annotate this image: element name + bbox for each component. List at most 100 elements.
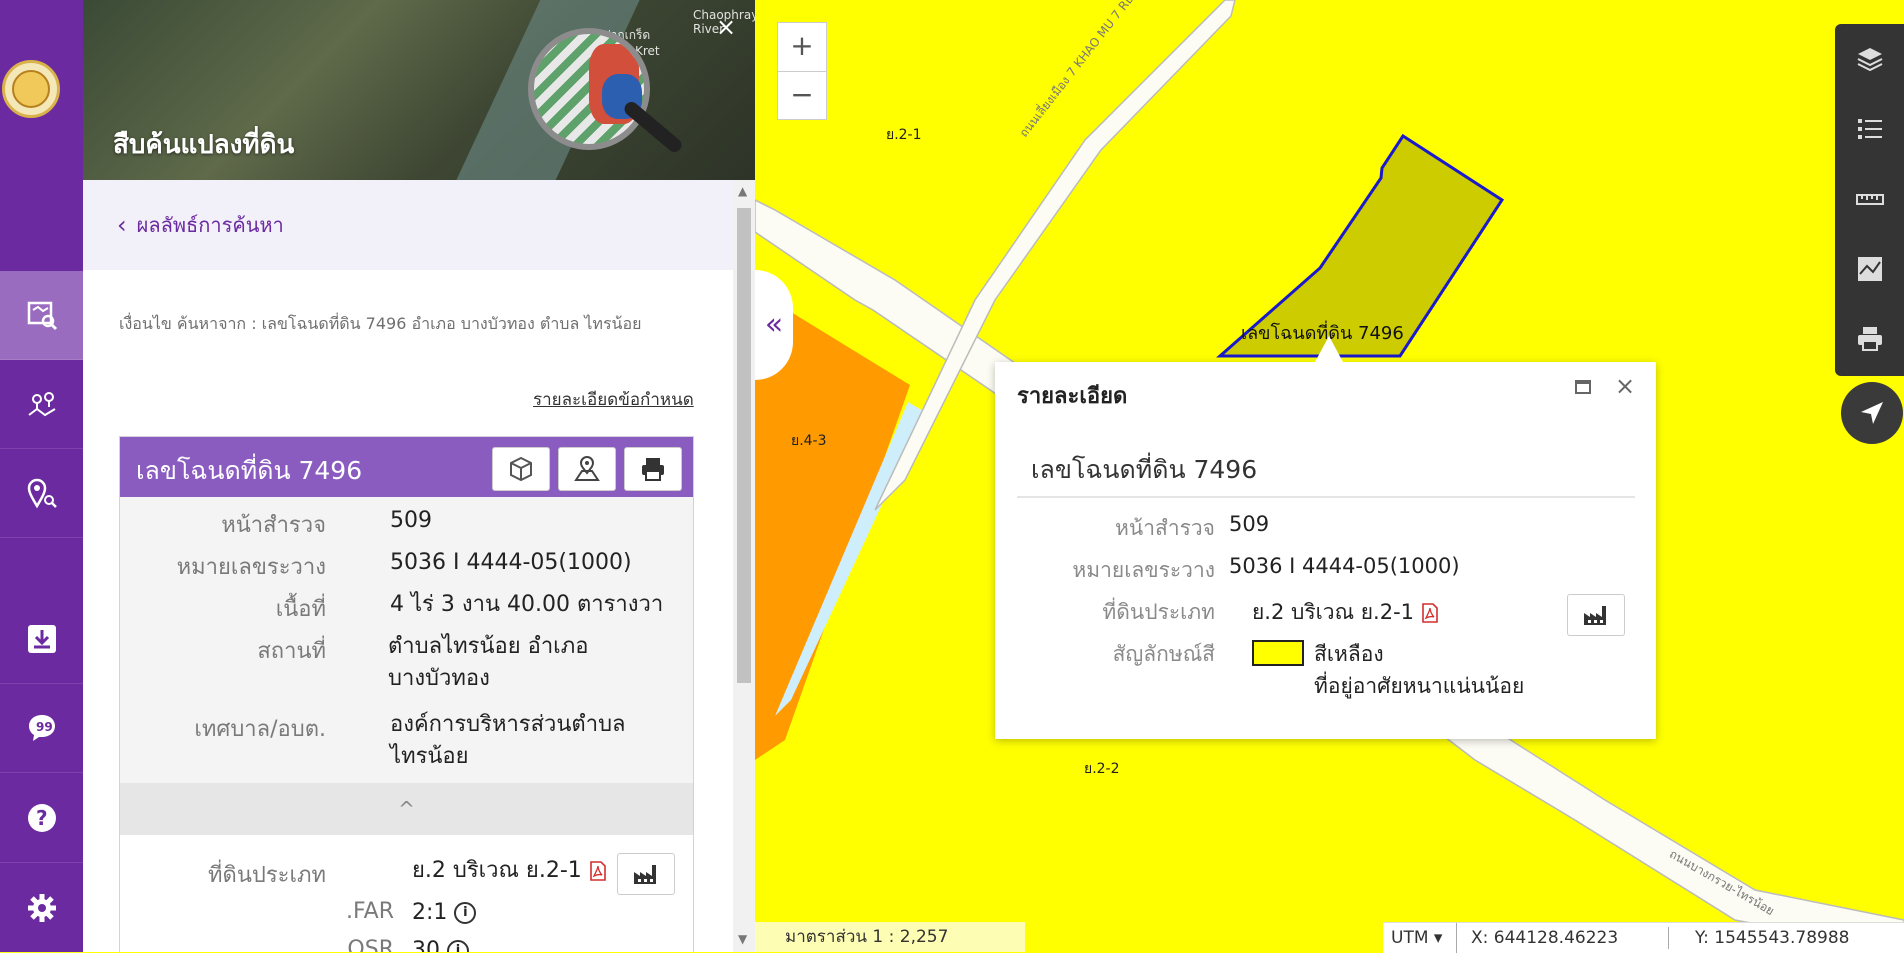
- projection-select[interactable]: UTM ▾: [1383, 923, 1457, 953]
- land-use-button[interactable]: [617, 853, 675, 895]
- parcel-card-title: เลขโฉนดที่ดิน 7496: [136, 456, 363, 485]
- zone-label: ย.2-1: [886, 127, 922, 143]
- details-popup: รายละเอียด × เลขโฉนดที่ดิน 7496 หน้าสำรว…: [995, 336, 1656, 739]
- factory-icon: [1584, 606, 1606, 625]
- print-button[interactable]: [624, 447, 682, 491]
- popup-color-value-line1: สีเหลือง: [1314, 642, 1384, 666]
- locate-me-button[interactable]: [1841, 382, 1903, 444]
- scroll-up-icon[interactable]: ▲: [738, 184, 747, 198]
- y-coordinate: Y: 1545543.78988: [1695, 928, 1850, 948]
- far-value: 2:1 i: [412, 897, 477, 929]
- legend-button[interactable]: [1835, 94, 1904, 164]
- settings-nav-button[interactable]: [0, 864, 83, 953]
- panel-title: สืบค้นแปลงที่ดิน: [113, 130, 295, 160]
- back-label: ผลลัพธ์การค้นหา: [136, 213, 284, 237]
- popup-land-use-button[interactable]: [1567, 594, 1625, 636]
- maximize-icon[interactable]: [1575, 380, 1591, 394]
- rules-details-link[interactable]: รายละเอียดข้อกำหนด: [533, 386, 694, 413]
- collapse-details-button[interactable]: ^: [120, 783, 693, 835]
- popup-divider: [1017, 496, 1635, 498]
- chat-icon: 99: [28, 715, 55, 741]
- download-nav-button[interactable]: [0, 595, 83, 684]
- zoom-out-button[interactable]: −: [778, 72, 826, 120]
- location-search-nav-button[interactable]: [0, 449, 83, 538]
- help-icon: ?: [27, 804, 56, 832]
- popup-close-button[interactable]: ×: [1615, 372, 1635, 400]
- survey-page-label: หน้าสำรวจ: [221, 513, 326, 538]
- navigation-arrow-icon: [1861, 402, 1883, 424]
- popup-survey-page-value: 509: [1229, 512, 1270, 536]
- popup-survey-page-label: หน้าสำรวจ: [1115, 516, 1215, 540]
- info-icon[interactable]: i: [447, 940, 469, 952]
- osr-value: 30 i: [412, 935, 469, 952]
- popup-sheet-label: หมายเลขระวาง: [1072, 558, 1215, 582]
- ruler-icon: [1855, 194, 1884, 205]
- agency-logo: [2, 60, 60, 118]
- download-icon: [27, 625, 56, 653]
- search-panel: Chaophraya River ปากเกร็ด Kret สืบค้นแปล…: [83, 0, 755, 952]
- svg-text:?: ?: [36, 806, 48, 830]
- popup-heading: เลขโฉนดที่ดิน 7496: [1031, 455, 1258, 484]
- sheet-number-label: หมายเลขระวาง: [176, 555, 326, 580]
- printer-icon: [1857, 327, 1882, 351]
- zoom-in-button[interactable]: +: [778, 23, 826, 72]
- map-pins-icon: [27, 392, 56, 417]
- help-nav-button[interactable]: ?: [0, 774, 83, 863]
- municipality-value-line1: องค์การบริหารส่วนตำบล: [390, 712, 626, 737]
- parcel-card: เลขโฉนดที่ดิน 7496 หน้าสำรวจ 509 หมายเลข…: [119, 436, 694, 952]
- location-value-line1: ตำบลไทรน้อย อำเภอ: [388, 634, 589, 659]
- zoom-to-parcel-button[interactable]: [558, 447, 616, 491]
- osr-text: 30: [412, 938, 440, 952]
- chevron-left-icon: ‹: [117, 211, 127, 239]
- layers-button[interactable]: [1835, 24, 1904, 94]
- location-value-line2: บางบัวทอง: [388, 666, 490, 691]
- basemap-icon: [1857, 257, 1882, 281]
- list-icon: [1857, 119, 1882, 139]
- parcel-search-nav-button[interactable]: [0, 271, 83, 360]
- scrollbar-thumb[interactable]: [737, 208, 751, 683]
- popup-sheet-value: 5036 I 4444-05(1000): [1229, 554, 1460, 578]
- zone-label: ย.2-2: [1084, 761, 1120, 777]
- color-swatch: [1252, 640, 1304, 666]
- parcel-card-header: เลขโฉนดที่ดิน 7496: [120, 437, 693, 497]
- map-search-icon: [27, 301, 57, 331]
- popup-color-value-line2: ที่อยู่อาศัยหนาแน่นน้อย: [1314, 674, 1525, 698]
- close-panel-button[interactable]: ×: [711, 12, 741, 42]
- printer-icon: [642, 458, 664, 481]
- layers-icon: [1857, 48, 1882, 72]
- map-scale: มาตราส่วน 1 : 2,257: [755, 922, 1025, 952]
- pdf-icon[interactable]: [1421, 603, 1439, 623]
- pdf-icon[interactable]: [589, 861, 607, 881]
- sheet-number-value: 5036 I 4444-05(1000): [390, 550, 632, 575]
- location-label: สถานที่: [257, 639, 326, 664]
- scroll-down-icon[interactable]: ▼: [738, 932, 747, 946]
- popup-pointer: [1315, 336, 1343, 362]
- land-type-label: ที่ดินประเภท: [208, 863, 326, 888]
- area-search-nav-button[interactable]: [0, 360, 83, 449]
- popup-land-type-value: ย.2 บริเวณ ย.2-1: [1252, 596, 1439, 629]
- area-value: 4 ไร่ 3 งาน 40.00 ตารางวา: [390, 592, 664, 617]
- basemap-button[interactable]: [1835, 234, 1904, 304]
- cube-icon: [510, 456, 532, 482]
- factory-icon: [634, 865, 656, 884]
- survey-page-value: 509: [390, 508, 432, 533]
- municipality-label: เทศบาล/อบต.: [194, 717, 326, 742]
- view-3d-button[interactable]: [492, 447, 550, 491]
- land-type-value: ย.2 บริเวณ ย.2-1: [412, 855, 607, 887]
- info-icon[interactable]: i: [454, 902, 477, 924]
- map-canvas[interactable]: + − ย.2-1 ย.4-3 ย.2-2 ถนนเลี่ยงเมือง 7 K…: [755, 0, 1904, 952]
- panel-scrollbar[interactable]: ▲ ▼: [733, 180, 755, 952]
- feedback-nav-button[interactable]: 99: [0, 684, 83, 773]
- map-print-button[interactable]: [1835, 304, 1904, 374]
- area-label: เนื้อที่: [275, 597, 326, 622]
- popup-color-label: สัญลักษณ์สี: [1112, 642, 1215, 666]
- land-type-text: ย.2 บริเวณ ย.2-1: [412, 858, 582, 883]
- measure-button[interactable]: [1835, 164, 1904, 234]
- popup-title: รายละเอียด: [1017, 384, 1128, 409]
- zone-label: ย.4-3: [791, 433, 827, 449]
- pin-search-icon: [27, 478, 57, 509]
- gear-icon: [27, 894, 56, 922]
- far-label: .FAR: [346, 899, 394, 924]
- parcel-card-details: หน้าสำรวจ 509 หมายเลขระวาง 5036 I 4444-0…: [120, 497, 693, 783]
- back-to-results[interactable]: ‹ ผลลัพธ์การค้นหา: [83, 180, 733, 270]
